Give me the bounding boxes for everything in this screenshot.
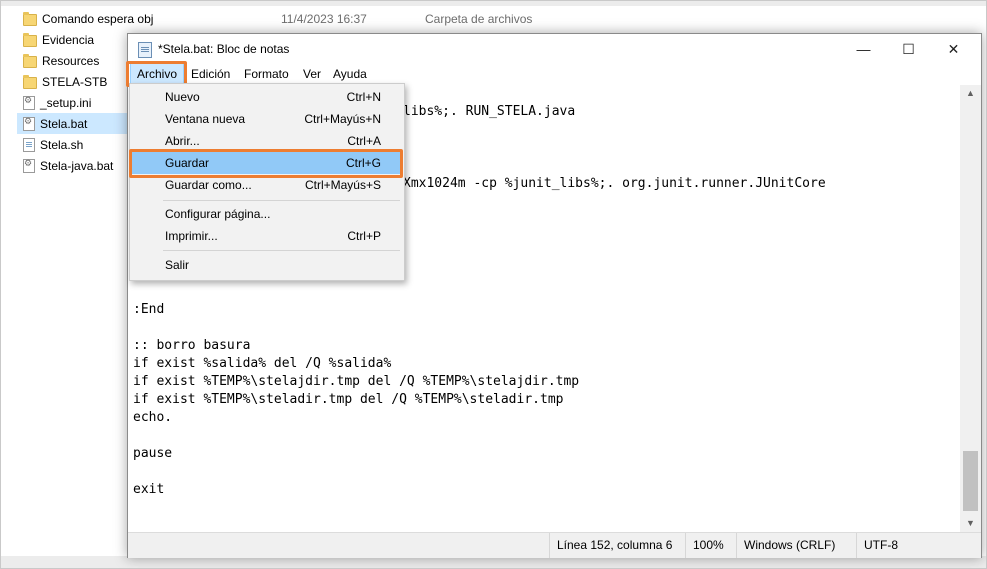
window-title: *Stela.bat: Bloc de notas bbox=[158, 42, 290, 56]
close-button[interactable]: ✕ bbox=[931, 34, 976, 64]
file-row-stela-java-bat[interactable]: Stela-java.bat bbox=[17, 155, 127, 176]
menu-item-guardar[interactable]: Guardar Ctrl+G bbox=[132, 152, 402, 174]
batch-file-icon bbox=[23, 116, 35, 131]
menu-item-label: Abrir... bbox=[165, 134, 200, 148]
menu-bar: Archivo Edición Formato Ver Ayuda bbox=[128, 63, 981, 86]
code-line: exit bbox=[133, 482, 165, 497]
line-ending: Windows (CRLF) bbox=[736, 533, 855, 558]
menu-item-label: Guardar bbox=[165, 156, 210, 170]
file-row-resources[interactable]: Resources bbox=[17, 50, 127, 71]
menu-item-shortcut: Ctrl+P bbox=[347, 229, 381, 243]
vertical-scrollbar[interactable]: ▲ ▼ bbox=[960, 85, 981, 532]
menu-item-label: Nuevo bbox=[165, 90, 200, 104]
encoding: UTF-8 bbox=[856, 533, 982, 558]
menu-edicion[interactable]: Edición bbox=[185, 64, 236, 85]
folder-icon bbox=[23, 11, 37, 26]
menu-separator bbox=[163, 200, 400, 201]
menu-item-shortcut: Ctrl+G bbox=[345, 156, 381, 170]
menu-item-salir[interactable]: Salir bbox=[132, 254, 402, 276]
code-line: pause bbox=[133, 446, 173, 461]
file-menu-dropdown: Nuevo Ctrl+N Ventana nueva Ctrl+Mayús+N … bbox=[129, 83, 405, 281]
file-name: Stela-java.bat bbox=[40, 158, 114, 173]
menu-item-ventana-nueva[interactable]: Ventana nueva Ctrl+Mayús+N bbox=[132, 108, 402, 130]
file-name: Resources bbox=[42, 53, 100, 68]
file-row-evidencia[interactable]: Evidencia bbox=[17, 29, 127, 50]
code-line: if exist %TEMP%\steladir.tmp del /Q %TEM… bbox=[133, 392, 564, 407]
file-name: Comando espera obj bbox=[42, 11, 154, 26]
minimize-button[interactable]: — bbox=[841, 34, 886, 64]
file-row-stela-stb[interactable]: STELA-STB bbox=[17, 71, 127, 92]
menu-item-abrir[interactable]: Abrir... Ctrl+A bbox=[132, 130, 402, 152]
close-icon: ✕ bbox=[947, 40, 960, 57]
folder-icon bbox=[23, 53, 37, 68]
menu-item-guardar-como[interactable]: Guardar como... Ctrl+Mayús+S bbox=[132, 174, 402, 196]
scroll-up-icon[interactable]: ▲ bbox=[960, 85, 981, 102]
menu-item-label: Ventana nueva bbox=[165, 112, 246, 126]
menu-formato[interactable]: Formato bbox=[238, 64, 295, 85]
menu-item-label: Guardar como... bbox=[165, 178, 252, 192]
minimize-icon: — bbox=[856, 41, 871, 57]
file-row-setup-ini[interactable]: _setup.ini bbox=[17, 92, 127, 113]
code-line: libs%;. RUN_STELA.java bbox=[403, 104, 576, 119]
file-name: Evidencia bbox=[42, 32, 95, 47]
file-name: STELA-STB bbox=[42, 74, 108, 89]
code-line: Xmx1024m -cp %junit_libs%;. org.junit.ru… bbox=[403, 176, 826, 191]
file-row-stela-bat[interactable]: Stela.bat bbox=[17, 113, 132, 134]
notepad-icon bbox=[138, 42, 152, 58]
file-row-stela-sh[interactable]: Stela.sh bbox=[17, 134, 127, 155]
scroll-down-icon[interactable]: ▼ bbox=[960, 515, 981, 532]
file-name: _setup.ini bbox=[40, 95, 92, 110]
menu-item-label: Imprimir... bbox=[165, 229, 218, 243]
folder-icon bbox=[23, 32, 37, 47]
scroll-thumb[interactable] bbox=[963, 451, 978, 511]
code-line: if exist %TEMP%\stelajdir.tmp del /Q %TE… bbox=[133, 374, 580, 389]
menu-item-label: Configurar página... bbox=[165, 207, 271, 221]
folder-icon bbox=[23, 74, 37, 89]
file-row-comando-espera-obj[interactable]: Comando espera obj bbox=[17, 8, 153, 29]
file-name: Stela.bat bbox=[40, 116, 88, 131]
script-file-icon bbox=[23, 137, 35, 152]
menu-item-shortcut: Ctrl+Mayús+N bbox=[304, 112, 381, 126]
zoom-level: 100% bbox=[685, 533, 736, 558]
menu-item-shortcut: Ctrl+N bbox=[346, 90, 381, 104]
menu-item-label: Salir bbox=[165, 258, 190, 272]
menu-item-shortcut: Ctrl+Mayús+S bbox=[304, 178, 381, 192]
code-line: echo. bbox=[133, 410, 173, 425]
title-bar[interactable]: *Stela.bat: Bloc de notas — ☐ ✕ bbox=[128, 34, 981, 64]
menu-item-configurar-pagina[interactable]: Configurar página... bbox=[132, 203, 402, 225]
menu-item-nuevo[interactable]: Nuevo Ctrl+N bbox=[132, 86, 402, 108]
maximize-button[interactable]: ☐ bbox=[886, 34, 931, 64]
menu-separator bbox=[163, 250, 400, 251]
file-type: Carpeta de archivos bbox=[425, 12, 533, 26]
code-line: :End bbox=[133, 302, 165, 317]
file-date: 11/4/2023 16:37 bbox=[281, 12, 367, 26]
cursor-position: Línea 152, columna 6 bbox=[549, 533, 692, 558]
status-bar: Línea 152, columna 6 100% Windows (CRLF)… bbox=[128, 532, 981, 558]
menu-ayuda[interactable]: Ayuda bbox=[327, 64, 373, 85]
file-name: Stela.sh bbox=[40, 137, 84, 152]
code-line: if exist %salida% del /Q %salida% bbox=[133, 356, 392, 371]
menu-item-imprimir[interactable]: Imprimir... Ctrl+P bbox=[132, 225, 402, 247]
maximize-icon: ☐ bbox=[902, 40, 915, 57]
menu-item-shortcut: Ctrl+A bbox=[347, 134, 381, 148]
menu-ver[interactable]: Ver bbox=[297, 64, 327, 85]
code-line: :: borro basura bbox=[133, 338, 251, 353]
batch-file-icon bbox=[23, 158, 35, 173]
settings-file-icon bbox=[23, 95, 35, 110]
